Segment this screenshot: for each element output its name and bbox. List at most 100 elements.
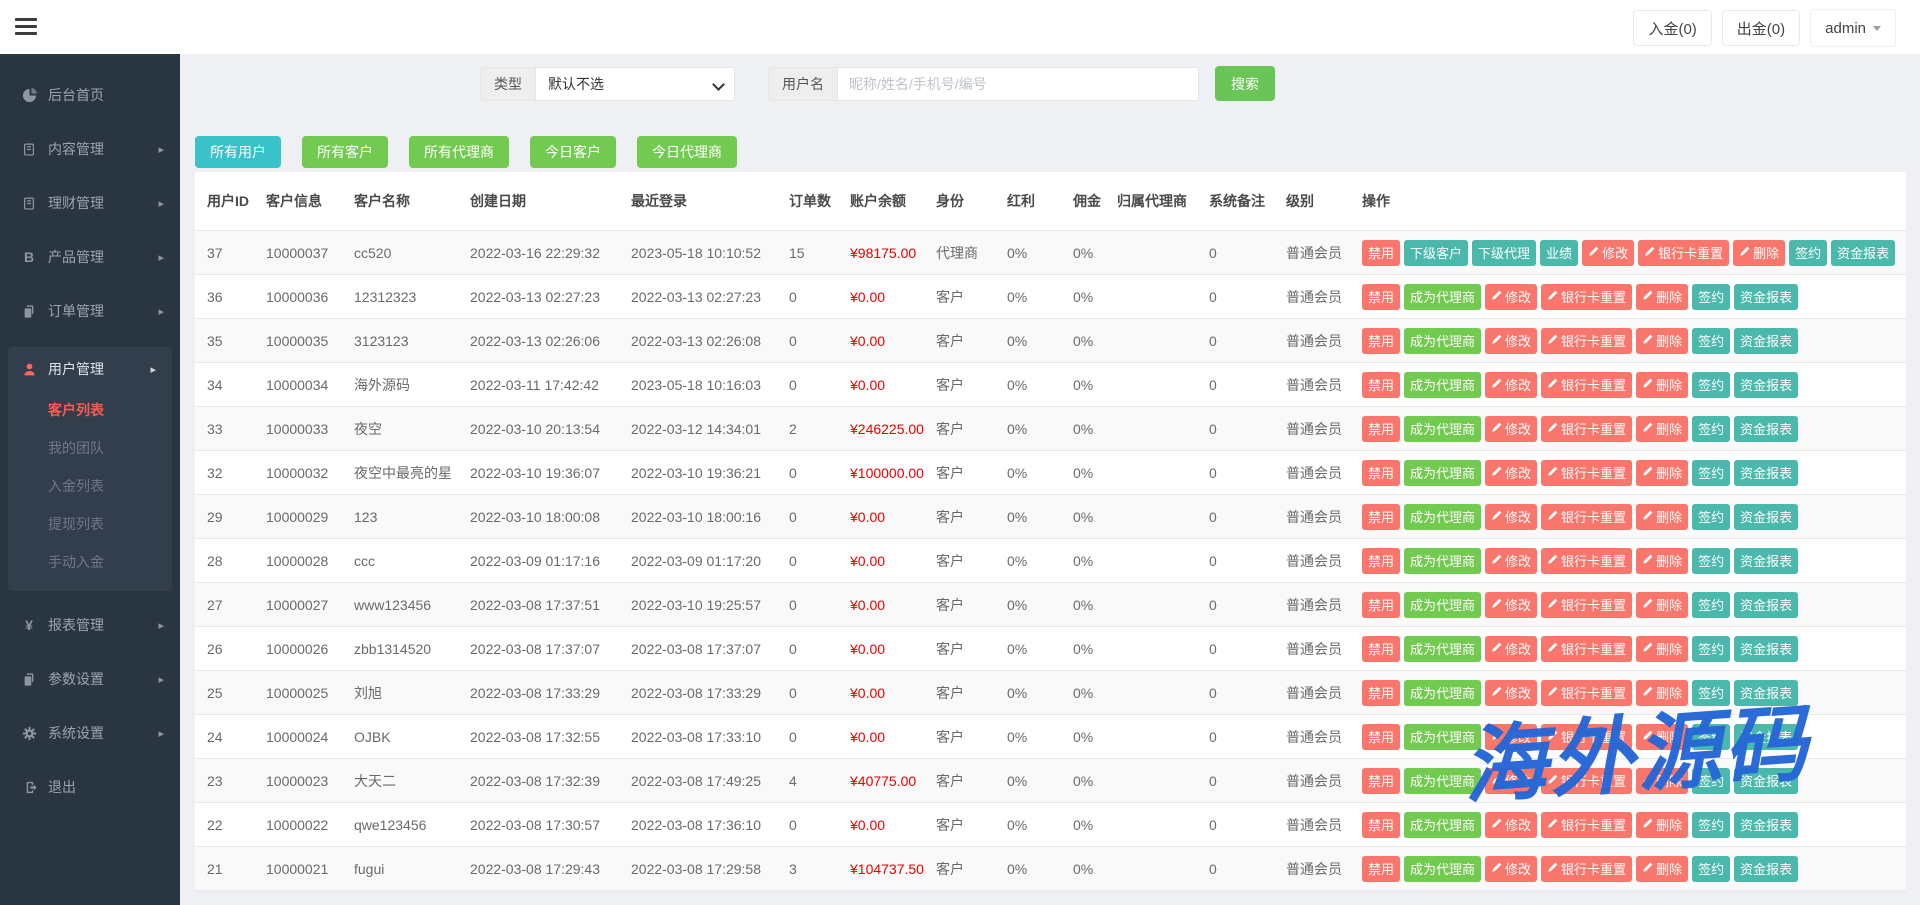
action-button[interactable]: 删除 [1636, 460, 1688, 486]
action-button[interactable]: 禁用 [1362, 856, 1400, 882]
action-button[interactable]: 签约 [1789, 240, 1827, 266]
action-button[interactable]: 删除 [1636, 328, 1688, 354]
action-button[interactable]: 资金报表 [1734, 284, 1798, 310]
action-button[interactable]: 银行卡重置 [1541, 504, 1632, 530]
action-button[interactable]: 签约 [1692, 768, 1730, 794]
action-button[interactable]: 银行卡重置 [1541, 724, 1632, 750]
action-button[interactable]: 资金报表 [1734, 504, 1798, 530]
action-button[interactable]: 禁用 [1362, 460, 1400, 486]
action-button[interactable]: 成为代理商 [1404, 768, 1481, 794]
quick-filter-button-3[interactable]: 今日客户 [530, 136, 616, 168]
action-button[interactable]: 银行卡重置 [1541, 416, 1632, 442]
sidebar-subitem[interactable]: 我的团队 [8, 429, 172, 467]
action-button[interactable]: 禁用 [1362, 812, 1400, 838]
action-button[interactable]: 禁用 [1362, 592, 1400, 618]
quick-filter-button-0[interactable]: 所有用户 [195, 136, 281, 168]
action-button[interactable]: 签约 [1692, 504, 1730, 530]
sidebar-item-logout[interactable]: 退出 [0, 767, 180, 807]
deposit-button[interactable]: 入金(0) [1633, 10, 1711, 46]
action-button[interactable]: 禁用 [1362, 636, 1400, 662]
action-button[interactable]: 禁用 [1362, 416, 1400, 442]
action-button[interactable]: 资金报表 [1734, 636, 1798, 662]
action-button[interactable]: 修改 [1485, 504, 1537, 530]
action-button[interactable]: 禁用 [1362, 372, 1400, 398]
action-button[interactable]: 删除 [1636, 284, 1688, 310]
action-button[interactable]: 签约 [1692, 592, 1730, 618]
action-button[interactable]: 成为代理商 [1404, 328, 1481, 354]
action-button[interactable]: 银行卡重置 [1541, 284, 1632, 310]
action-button[interactable]: 银行卡重置 [1541, 548, 1632, 574]
action-button[interactable]: 删除 [1636, 680, 1688, 706]
action-button[interactable]: 删除 [1636, 504, 1688, 530]
action-button[interactable]: 签约 [1692, 416, 1730, 442]
action-button[interactable]: 资金报表 [1734, 416, 1798, 442]
action-button[interactable]: 修改 [1485, 812, 1537, 838]
action-button[interactable]: 修改 [1485, 592, 1537, 618]
quick-filter-button-1[interactable]: 所有客户 [302, 136, 388, 168]
type-select[interactable]: 默认不选 [535, 67, 735, 101]
action-button[interactable]: 签约 [1692, 328, 1730, 354]
action-button[interactable]: 删除 [1636, 548, 1688, 574]
action-button[interactable]: 银行卡重置 [1541, 680, 1632, 706]
action-button[interactable]: 删除 [1636, 372, 1688, 398]
action-button[interactable]: 修改 [1582, 240, 1634, 266]
quick-filter-button-2[interactable]: 所有代理商 [409, 136, 509, 168]
action-button[interactable]: 禁用 [1362, 328, 1400, 354]
username-input[interactable] [837, 67, 1199, 101]
action-button[interactable]: 修改 [1485, 636, 1537, 662]
action-button[interactable]: 修改 [1485, 416, 1537, 442]
search-button[interactable]: 搜索 [1215, 66, 1275, 101]
action-button[interactable]: 禁用 [1362, 284, 1400, 310]
action-button[interactable]: 签约 [1692, 284, 1730, 310]
action-button[interactable]: 签约 [1692, 460, 1730, 486]
action-button[interactable]: 删除 [1636, 768, 1688, 794]
action-button[interactable]: 修改 [1485, 284, 1537, 310]
action-button[interactable]: 修改 [1485, 548, 1537, 574]
action-button[interactable]: 银行卡重置 [1541, 460, 1632, 486]
sidebar-item-product[interactable]: B产品管理▸ [0, 237, 180, 277]
action-button[interactable]: 修改 [1485, 724, 1537, 750]
sidebar-item-content[interactable]: 内容管理▸ [0, 129, 180, 169]
action-button[interactable]: 禁用 [1362, 724, 1400, 750]
action-button[interactable]: 资金报表 [1734, 724, 1798, 750]
action-button[interactable]: 成为代理商 [1404, 460, 1481, 486]
action-button[interactable]: 修改 [1485, 328, 1537, 354]
action-button[interactable]: 资金报表 [1734, 592, 1798, 618]
action-button[interactable]: 禁用 [1362, 768, 1400, 794]
sidebar-item-home[interactable]: 后台首页 [0, 75, 180, 115]
action-button[interactable]: 资金报表 [1734, 460, 1798, 486]
action-button[interactable]: 删除 [1733, 240, 1785, 266]
action-button[interactable]: 签约 [1692, 724, 1730, 750]
action-button[interactable]: 修改 [1485, 768, 1537, 794]
action-button[interactable]: 成为代理商 [1404, 680, 1481, 706]
action-button[interactable]: 签约 [1692, 680, 1730, 706]
action-button[interactable]: 银行卡重置 [1638, 240, 1729, 266]
action-button[interactable]: 成为代理商 [1404, 548, 1481, 574]
action-button[interactable]: 成为代理商 [1404, 284, 1481, 310]
action-button[interactable]: 删除 [1636, 856, 1688, 882]
action-button[interactable]: 银行卡重置 [1541, 636, 1632, 662]
action-button[interactable]: 签约 [1692, 548, 1730, 574]
sidebar-item-order[interactable]: 订单管理▸ [0, 291, 180, 331]
admin-menu[interactable]: admin [1810, 9, 1896, 47]
action-button[interactable]: 签约 [1692, 812, 1730, 838]
action-button[interactable]: 签约 [1692, 636, 1730, 662]
sidebar-item-report[interactable]: ¥报表管理▸ [0, 605, 180, 645]
sidebar-item-params[interactable]: 参数设置▸ [0, 659, 180, 699]
action-button[interactable]: 银行卡重置 [1541, 856, 1632, 882]
action-button[interactable]: 银行卡重置 [1541, 812, 1632, 838]
action-button[interactable]: 成为代理商 [1404, 636, 1481, 662]
action-button[interactable]: 成为代理商 [1404, 592, 1481, 618]
action-button[interactable]: 签约 [1692, 372, 1730, 398]
sidebar-item-system[interactable]: 系统设置▸ [0, 713, 180, 753]
action-button[interactable]: 成为代理商 [1404, 724, 1481, 750]
action-button[interactable]: 禁用 [1362, 548, 1400, 574]
action-button[interactable]: 下级客户 [1404, 240, 1468, 266]
action-button[interactable]: 业绩 [1540, 240, 1578, 266]
action-button[interactable]: 成为代理商 [1404, 372, 1481, 398]
action-button[interactable]: 资金报表 [1734, 328, 1798, 354]
withdraw-button[interactable]: 出金(0) [1722, 10, 1800, 46]
sidebar-subitem[interactable]: 手动入金 [8, 543, 172, 581]
action-button[interactable]: 禁用 [1362, 240, 1400, 266]
action-button[interactable]: 删除 [1636, 416, 1688, 442]
